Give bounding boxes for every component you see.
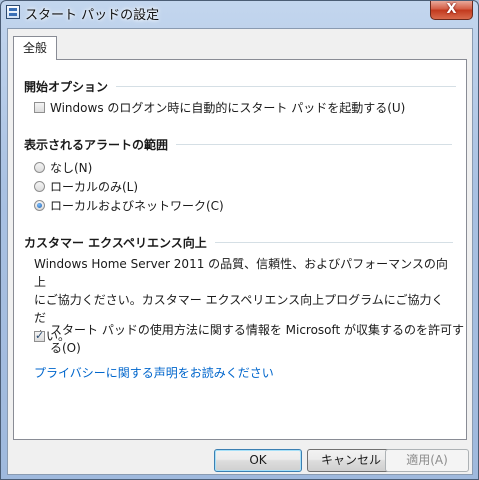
cancel-button[interactable]: キャンセル — [307, 449, 395, 472]
settings-window: スタート パッドの設定 X 全般 開始オプション Windows のログオン時に… — [0, 0, 479, 480]
startup-checkbox[interactable] — [34, 102, 45, 113]
startup-checkbox-row[interactable]: Windows のログオン時に自動的にスタート パッドを起動する(U) — [34, 99, 405, 116]
section-divider — [116, 86, 457, 87]
radio-local-row[interactable]: ローカルのみ(L) — [34, 178, 138, 195]
ceip-checkbox-row[interactable]: スタート パッドの使用方法に関する情報を Microsoft が収集するのを許可… — [34, 321, 464, 357]
ceip-description-line: Windows Home Server 2011 の品質、信頼性、およびパフォー… — [34, 257, 448, 289]
startup-checkbox-label[interactable]: Windows のログオン時に自動的にスタート パッドを起動する(U) — [50, 99, 405, 116]
ceip-checkbox-label-line: スタート パッドの使用方法に関する情報を Microsoft が収集するのを許可… — [50, 323, 465, 337]
startup-heading-text: 開始オプション — [24, 80, 109, 94]
ceip-section-heading: カスタマー エクスペリエンス向上 — [24, 234, 453, 251]
privacy-statement-link[interactable]: プライバシーに関する声明をお読みください — [34, 364, 274, 381]
tab-panel-general: 開始オプション Windows のログオン時に自動的にスタート パッドを起動する… — [13, 59, 467, 440]
alerts-section-heading: 表示されるアラートの範囲 — [24, 136, 453, 153]
alerts-heading-text: 表示されるアラートの範囲 — [24, 138, 169, 152]
window-title: スタート パッドの設定 — [25, 8, 160, 23]
ceip-checkbox[interactable] — [34, 329, 45, 342]
section-divider — [214, 242, 453, 243]
radio-none-row[interactable]: なし(N) — [34, 159, 92, 176]
apply-button[interactable]: 適用(A) — [385, 449, 469, 472]
ok-button[interactable]: OK — [214, 449, 302, 472]
radio-local-only[interactable] — [34, 181, 45, 192]
ceip-checkbox-label[interactable]: スタート パッドの使用方法に関する情報を Microsoft が収集するのを許可… — [50, 321, 464, 357]
ceip-heading-text: カスタマー エクスペリエンス向上 — [24, 236, 207, 250]
close-button[interactable]: X — [430, 1, 473, 20]
title-bar[interactable]: スタート パッドの設定 X — [1, 1, 478, 25]
radio-local-network-row[interactable]: ローカルおよびネットワーク(C) — [34, 197, 224, 214]
radio-local-and-network[interactable] — [34, 200, 45, 211]
close-icon: X — [446, 2, 457, 17]
section-divider — [176, 144, 453, 145]
app-icon — [6, 5, 20, 19]
radio-none-label[interactable]: なし(N) — [50, 159, 92, 176]
startup-section-heading: 開始オプション — [24, 78, 457, 95]
tab-general[interactable]: 全般 — [13, 36, 57, 60]
ceip-checkbox-label-line: る(O) — [50, 341, 81, 355]
radio-none[interactable] — [34, 162, 45, 173]
radio-local-and-network-label[interactable]: ローカルおよびネットワーク(C) — [50, 197, 224, 214]
dialog-client: 全般 開始オプション Windows のログオン時に自動的にスタート パッドを起… — [7, 28, 473, 475]
radio-local-only-label[interactable]: ローカルのみ(L) — [50, 178, 138, 195]
